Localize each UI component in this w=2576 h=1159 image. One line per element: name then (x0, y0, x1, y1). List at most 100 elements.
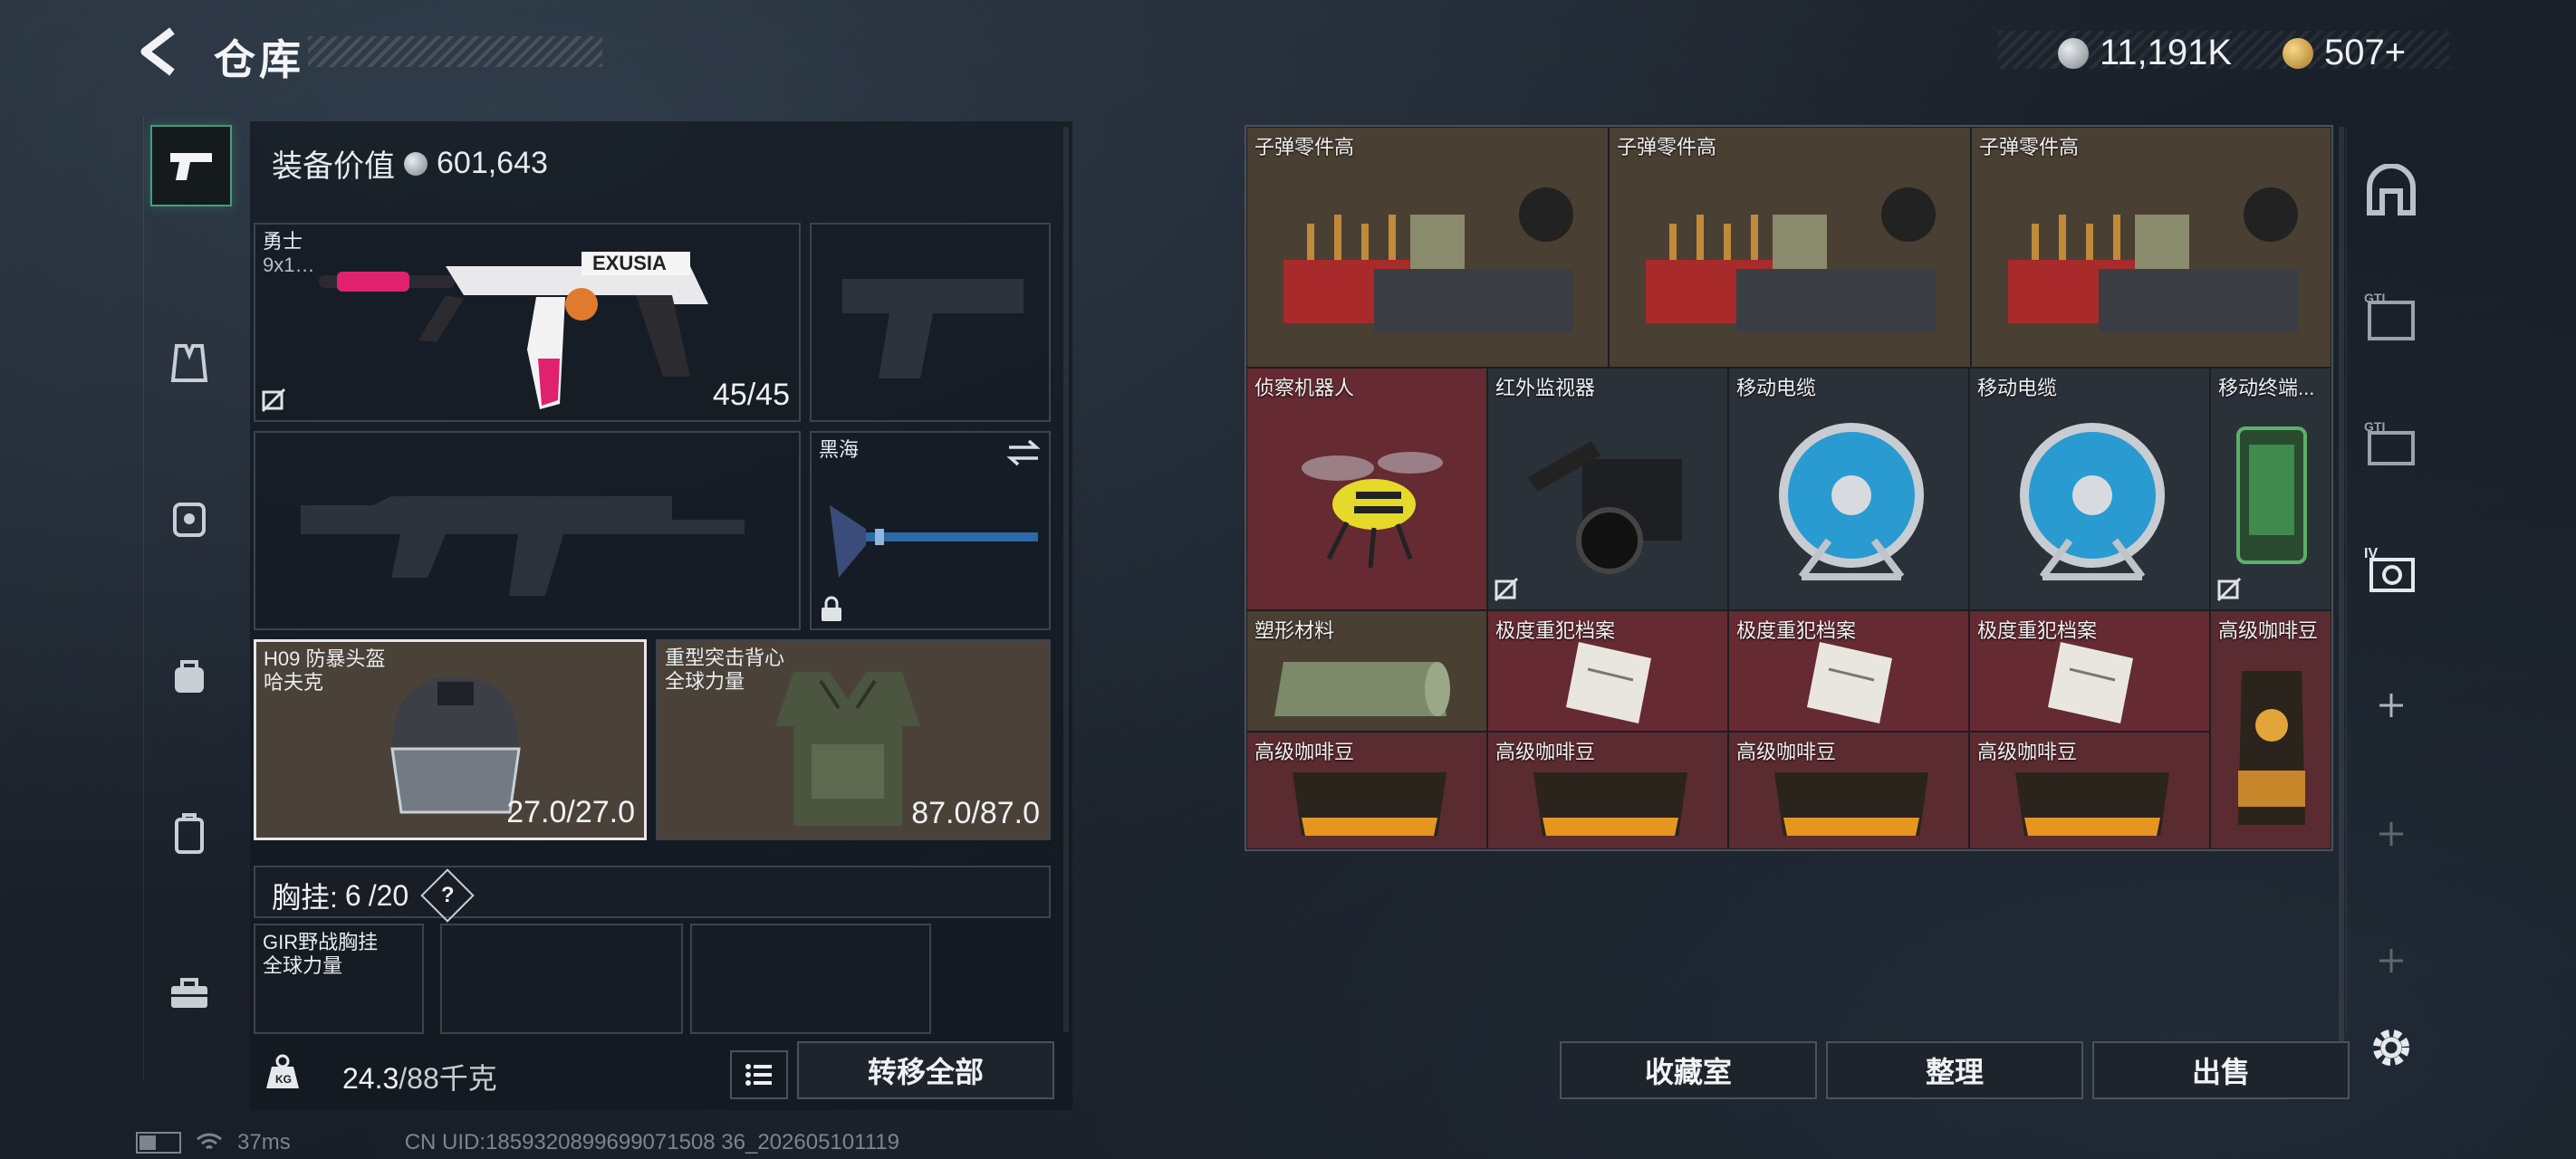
category-bag[interactable] (150, 637, 228, 715)
settings-button[interactable] (2360, 1016, 2423, 1079)
wifi-icon (197, 1133, 222, 1150)
category-weapons[interactable] (150, 125, 232, 206)
storage-item[interactable]: 高级咖啡豆 (1969, 732, 2210, 849)
rig-pocket-slot[interactable] (690, 924, 931, 1034)
status-footer: 37ms CN UID:1859320899699071508 36_20260… (136, 1130, 899, 1155)
pistol-slot[interactable] (810, 223, 1051, 422)
no-insure-icon (1494, 577, 1519, 602)
chest-rig-label: 胸挂: (272, 881, 338, 914)
armor-slot[interactable]: 重型突击背心 全球力量 87.0/87.0 (656, 639, 1051, 840)
swap-icon[interactable] (1005, 438, 1042, 467)
criminal-file-icon (2048, 642, 2133, 723)
storage-item[interactable]: 极度重犯档案 (1487, 610, 1728, 732)
help-icon[interactable]: ? (420, 868, 475, 923)
iv-icon: IV (2364, 546, 2415, 592)
chest-rig-capacity: 胸挂: 6/20 ? (272, 868, 475, 923)
item-label: 子弹零件高 (1979, 136, 2080, 158)
storage-item[interactable]: 移动电缆 (1728, 368, 1969, 610)
primary-weapon-name: 勇士 (263, 230, 303, 253)
primary-weapon-slot[interactable]: 勇士 9x1… EXUSIA 45/45 (254, 223, 801, 422)
category-toolbox[interactable] (150, 954, 228, 1032)
molding-material-icon (1274, 662, 1450, 716)
weight-current: 24.3 (342, 1062, 399, 1095)
storage-item[interactable]: 极度重犯档案 (1969, 610, 2210, 732)
item-label: 子弹零件高 (1617, 136, 1717, 158)
storage-tab-safe[interactable] (2360, 159, 2423, 223)
melee-name: 黑海 (819, 438, 860, 461)
storage-item[interactable]: 红外监视器 (1487, 368, 1728, 610)
storage-item[interactable]: 高级咖啡豆 (1728, 732, 1969, 849)
rifle-placeholder-icon (301, 496, 745, 596)
criminal-file-icon (1807, 642, 1892, 723)
add-tab-button[interactable] (2360, 929, 2423, 992)
silver-coin-icon (404, 151, 428, 176)
back-arrow-icon[interactable] (136, 25, 187, 78)
chest-rig-slot[interactable]: GIR野战胸挂 全球力量 (254, 924, 424, 1034)
storage-scrollbar[interactable] (2339, 127, 2344, 1050)
secondary-weapon-slot[interactable] (254, 431, 801, 630)
svg-text:IV: IV (2364, 546, 2378, 561)
sell-button[interactable]: 出售 (2092, 1041, 2350, 1099)
weight-display: 24.3/88千克 (342, 1056, 497, 1097)
rig-pocket-slot[interactable] (440, 924, 683, 1034)
storage-tab-iv[interactable]: IV (2360, 540, 2423, 603)
storage-item[interactable]: 塑形材料 (1246, 610, 1487, 732)
page-title: 仓库 (214, 36, 304, 83)
list-view-button[interactable] (730, 1050, 788, 1099)
weight-icon: KG (263, 1052, 303, 1092)
gold-coin-icon (2283, 37, 2313, 69)
storage-item[interactable]: 高级咖啡豆 (2210, 610, 2331, 849)
item-label: 侦察机器人 (1254, 377, 1355, 399)
armor-durability: 87.0/87.0 (911, 796, 1040, 830)
helmet-durability: 27.0/27.0 (506, 795, 635, 829)
storage-item[interactable]: 高级咖啡豆 (1246, 732, 1487, 849)
add-tab-button[interactable] (2360, 674, 2423, 737)
storage-tab-gti-b[interactable]: GTI (2360, 413, 2423, 476)
category-vest[interactable] (150, 324, 228, 402)
safe-icon (2367, 164, 2416, 216)
storage-item[interactable]: 移动终端... (2210, 368, 2331, 610)
category-backpack[interactable] (150, 478, 228, 556)
equipment-scrollbar[interactable] (1063, 127, 1069, 1032)
sort-button[interactable]: 整理 (1826, 1041, 2083, 1099)
equipment-value-amount: 601,643 (437, 146, 548, 180)
pistol-icon (170, 153, 212, 180)
gold-currency[interactable]: 507+ (2283, 33, 2406, 73)
ammo-parts-icon (1283, 187, 1573, 332)
coffee-bean-bag-icon (2015, 772, 2169, 836)
svg-text:GTI: GTI (2364, 419, 2385, 434)
mobile-terminal-icon (2236, 426, 2307, 564)
storage-item[interactable]: 子弹零件高 (1609, 127, 1971, 368)
category-case[interactable] (150, 795, 228, 873)
axe-icon (830, 505, 1038, 578)
coffee-bean-bag-icon (1774, 772, 1928, 836)
plus-icon (2379, 949, 2403, 972)
storage-item[interactable]: 高级咖啡豆 (1487, 732, 1728, 849)
help-icon-glyph: ? (440, 882, 455, 907)
storage-item[interactable]: 子弹零件高 (1246, 127, 1609, 368)
item-label: 高级咖啡豆 (2218, 619, 2319, 642)
add-tab-button[interactable] (2360, 802, 2423, 866)
collection-room-button[interactable]: 收藏室 (1560, 1041, 1817, 1099)
coffee-bean-bag-icon (1533, 772, 1687, 836)
chest-rig-total: /20 (368, 878, 409, 912)
gti-a-icon: GTI (2364, 291, 2415, 340)
coffee-bean-bag-icon (1293, 772, 1447, 836)
vest-icon (170, 344, 208, 382)
chest-rig-item-name: GIR野战胸挂 (263, 931, 379, 953)
storage-item[interactable]: 极度重犯档案 (1728, 610, 1969, 732)
storage-item[interactable]: 侦察机器人 (1246, 368, 1487, 610)
storage-item[interactable]: 移动电缆 (1969, 368, 2210, 610)
title-decoration (308, 36, 602, 67)
no-insure-icon (261, 388, 286, 413)
category-rail (143, 116, 240, 1079)
melee-slot[interactable]: 黑海 (810, 431, 1051, 630)
ping-text: 37ms (237, 1130, 291, 1154)
transfer-all-button[interactable]: 转移全部 (797, 1041, 1054, 1099)
helmet-slot[interactable]: H09 防暴头盔 哈夫克 27.0/27.0 (254, 639, 647, 840)
bag-icon (175, 660, 204, 693)
cable-reel-icon (2020, 423, 2165, 580)
storage-tab-gti-a[interactable]: GTI (2360, 286, 2423, 350)
toolbox-icon (171, 978, 207, 1008)
storage-item[interactable]: 子弹零件高 (1971, 127, 2331, 368)
